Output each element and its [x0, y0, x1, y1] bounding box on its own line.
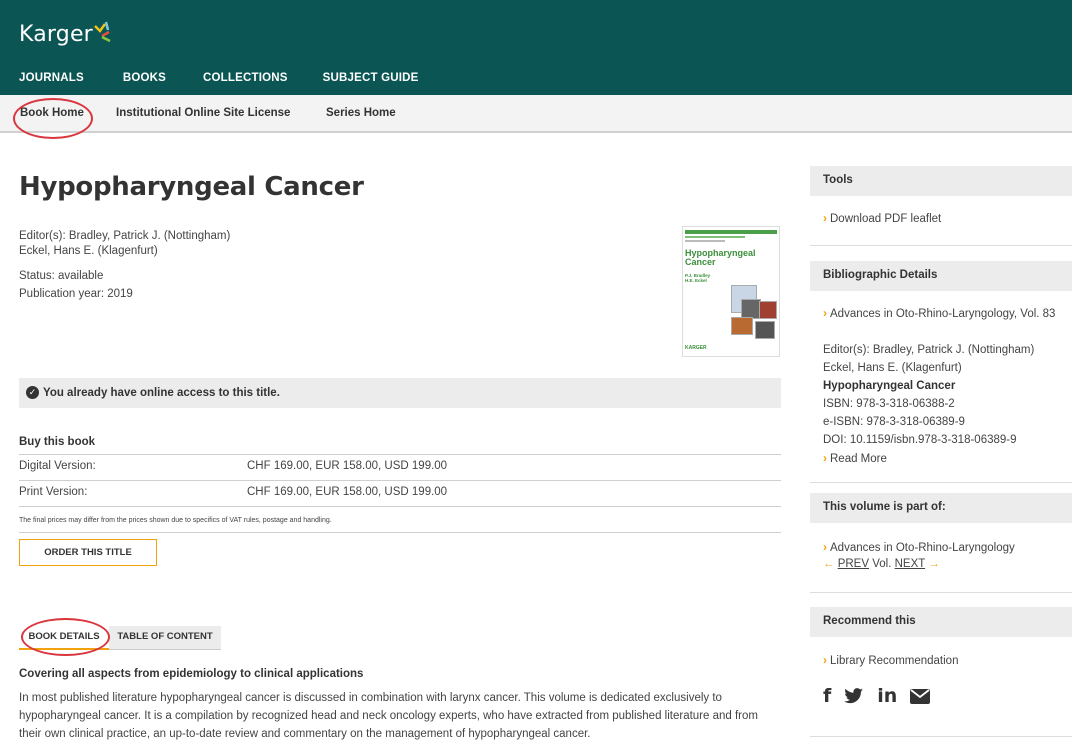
- cover-editor: H.E. Eckel: [685, 278, 707, 283]
- nav-books[interactable]: BOOKS: [123, 72, 166, 84]
- subnav-series-home[interactable]: Series Home: [326, 107, 396, 119]
- publication-year: Publication year: 2019: [19, 288, 133, 300]
- vol-label: Vol.: [872, 558, 892, 570]
- access-message: You already have online access to this t…: [43, 387, 280, 399]
- price-value: CHF 169.00, EUR 158.00, USD 199.00: [247, 460, 448, 472]
- cover-title-line: Cancer: [685, 257, 716, 267]
- biblio-doi: DOI: 10.1159/isbn.978-3-318-06389-9: [823, 434, 1017, 446]
- annotation-circle-book-details: [21, 618, 110, 656]
- order-title-button[interactable]: ORDER THIS TITLE: [19, 539, 157, 566]
- arrow-right-icon: →: [928, 558, 940, 570]
- series-link[interactable]: › Advances in Oto-Rhino-Laryngology: [823, 540, 1015, 554]
- social-share: f in: [823, 685, 931, 707]
- next-volume-link[interactable]: NEXT: [895, 558, 925, 570]
- volume-heading: This volume is part of:: [810, 493, 1072, 523]
- download-pdf-link[interactable]: › Download PDF leaflet: [823, 211, 941, 225]
- cover-title: Hypopharyngeal Cancer: [685, 249, 756, 267]
- book-cover-image[interactable]: Hypopharyngeal Cancer P.J. Bradley H.E. …: [682, 226, 780, 357]
- annotation-circle-book-home: [13, 98, 93, 139]
- cover-publisher: KARGER: [685, 345, 707, 351]
- prev-volume-link[interactable]: PREV: [838, 558, 869, 570]
- cover-scan-image: [755, 321, 775, 339]
- biblio-editors-2: Eckel, Hans E. (Klagenfurt): [823, 362, 962, 374]
- price-row-digital: Digital Version: CHF 169.00, EUR 158.00,…: [19, 454, 781, 474]
- details-heading: Covering all aspects from epidemiology t…: [19, 668, 364, 680]
- access-banner: ✓ You already have online access to this…: [19, 378, 781, 408]
- chevron-right-icon: ›: [823, 653, 827, 667]
- nav-journals[interactable]: JOURNALS: [19, 72, 84, 84]
- price-disclaimer: The final prices may differ from the pri…: [19, 506, 781, 533]
- nav-collections[interactable]: COLLECTIONS: [203, 72, 288, 84]
- editors-line-2: Eckel, Hans E. (Klagenfurt): [19, 245, 158, 257]
- editors-line-1: Editor(s): Bradley, Patrick J. (Nottingh…: [19, 230, 231, 242]
- biblio-eisbn: e-ISBN: 978-3-318-06389-9: [823, 416, 965, 428]
- arrow-left-icon: ←: [823, 558, 835, 570]
- buy-heading: Buy this book: [19, 436, 96, 448]
- chevron-right-icon: ›: [823, 306, 827, 320]
- chevron-right-icon: ›: [823, 451, 827, 465]
- read-more-label: Read More: [830, 453, 887, 465]
- chevron-right-icon: ›: [823, 211, 827, 225]
- download-pdf-label: Download PDF leaflet: [830, 213, 942, 225]
- biblio-editors-1: Editor(s): Bradley, Patrick J. (Nottingh…: [823, 344, 1035, 356]
- series-label: Advances in Oto-Rhino-Laryngology: [830, 542, 1015, 554]
- page-title: Hypopharyngeal Cancer: [19, 172, 364, 202]
- read-more-link[interactable]: › Read More: [823, 451, 887, 465]
- cover-scan-image: [741, 299, 761, 319]
- status-text: Status: available: [19, 270, 104, 282]
- email-icon[interactable]: [910, 688, 931, 704]
- cover-scan-image: [759, 301, 777, 319]
- chevron-right-icon: ›: [823, 540, 827, 554]
- twitter-icon[interactable]: [844, 687, 864, 705]
- volume-navigation: ← PREV Vol. NEXT →: [823, 558, 940, 570]
- check-circle-icon: ✓: [26, 386, 39, 399]
- karger-logo-mark-icon: [94, 21, 111, 43]
- recommend-heading: Recommend this: [810, 607, 1072, 637]
- site-header: Karger JOURNALS BOOKS COLLECTIONS SUBJEC…: [0, 0, 1072, 95]
- biblio-heading: Bibliographic Details: [810, 261, 1072, 291]
- cover-band: [685, 240, 725, 242]
- price-label: Print Version:: [19, 486, 88, 498]
- price-value: CHF 169.00, EUR 158.00, USD 199.00: [247, 486, 448, 498]
- biblio-isbn: ISBN: 978-3-318-06388-2: [823, 398, 955, 410]
- main-navigation: JOURNALS BOOKS COLLECTIONS SUBJECT GUIDE: [19, 72, 419, 84]
- biblio-title: Hypopharyngeal Cancer: [823, 380, 956, 392]
- library-recommendation-label: Library Recommendation: [830, 655, 959, 667]
- cover-band: [685, 236, 745, 238]
- tab-table-of-content[interactable]: TABLE OF CONTENT: [109, 626, 221, 650]
- price-row-print: Print Version: CHF 169.00, EUR 158.00, U…: [19, 480, 781, 500]
- series-vol-link[interactable]: › Advances in Oto-Rhino-Laryngology, Vol.…: [823, 306, 1055, 320]
- series-vol-label: Advances in Oto-Rhino-Laryngology, Vol. …: [830, 308, 1056, 320]
- price-label: Digital Version:: [19, 460, 96, 472]
- facebook-icon[interactable]: f: [823, 685, 831, 707]
- book-subnav: Book Home Institutional Online Site Lice…: [0, 95, 1072, 133]
- subnav-site-license[interactable]: Institutional Online Site License: [116, 107, 290, 119]
- cover-band: [685, 230, 777, 234]
- nav-subject-guide[interactable]: SUBJECT GUIDE: [323, 72, 419, 84]
- cover-scan-image: [731, 317, 753, 335]
- library-recommendation-link[interactable]: › Library Recommendation: [823, 653, 958, 667]
- cover-editors: P.J. Bradley H.E. Eckel: [685, 273, 710, 283]
- karger-logo[interactable]: Karger: [19, 22, 93, 47]
- details-description: In most published literature hypopharyng…: [19, 692, 758, 740]
- tools-heading: Tools: [810, 166, 1072, 196]
- linkedin-icon[interactable]: in: [877, 685, 897, 707]
